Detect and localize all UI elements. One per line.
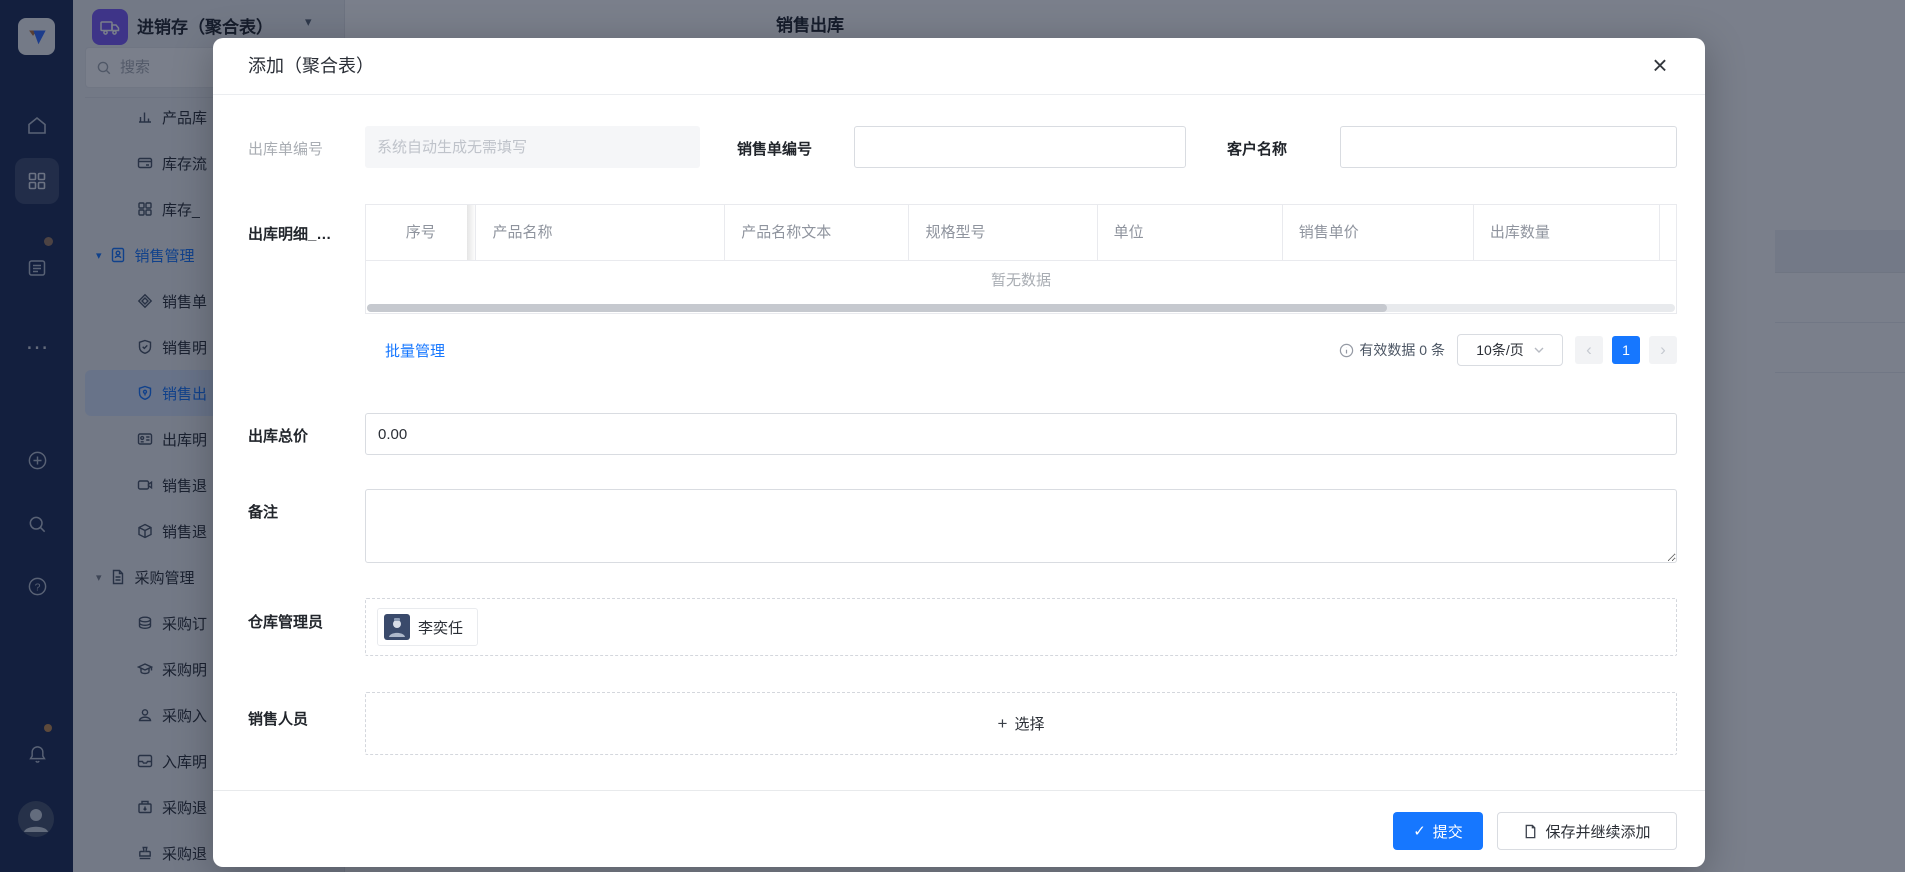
empty-state-text: 暂无数据 bbox=[990, 272, 1051, 289]
subform-empty-body: 暂无数据 bbox=[366, 261, 1676, 313]
close-icon[interactable]: × bbox=[1645, 51, 1675, 81]
total-price-label: 出库总价 bbox=[248, 428, 309, 445]
member-avatar bbox=[384, 614, 410, 640]
dialog-title: 添加（聚合表） bbox=[248, 56, 374, 76]
member-select-button[interactable]: + 选择 bbox=[366, 693, 1676, 754]
customer-name-input[interactable] bbox=[1340, 126, 1677, 168]
column-header-unit: 单位 bbox=[1098, 205, 1283, 260]
member-chip[interactable]: 李奕任 bbox=[377, 608, 479, 646]
column-header-qty: 出库数量 bbox=[1474, 205, 1660, 260]
subform-h-scrollbar-thumb[interactable] bbox=[367, 304, 1388, 312]
column-header-price: 销售单价 bbox=[1283, 205, 1474, 260]
warehouse-manager-label: 仓库管理员 bbox=[248, 614, 324, 631]
valid-count: 有效数据 0 条 bbox=[1339, 340, 1445, 360]
dialog-header: 添加（聚合表） × bbox=[213, 38, 1705, 95]
document-icon bbox=[1526, 824, 1536, 838]
footer-divider bbox=[213, 790, 1705, 791]
column-header-seq: 序号 bbox=[366, 205, 477, 260]
column-header-filler bbox=[1660, 205, 1676, 260]
check-icon: ✓ bbox=[1413, 823, 1426, 840]
subform-h-scrollbar[interactable] bbox=[367, 304, 1675, 312]
warehouse-manager-field[interactable]: 李奕任 bbox=[365, 598, 1677, 656]
save-and-continue-button[interactable]: 保存并继续添加 bbox=[1497, 812, 1677, 850]
outbound-no-input bbox=[365, 126, 700, 168]
prev-page-button[interactable]: ‹ bbox=[1575, 336, 1603, 364]
column-header-product-text: 产品名称文本 bbox=[725, 205, 910, 260]
column-header-product: 产品名称 bbox=[476, 205, 726, 260]
add-record-dialog: 添加（聚合表） × 出库单编号 销售单编号 客户名称 出库明细_… 序号 产品名… bbox=[213, 38, 1705, 867]
submit-button[interactable]: ✓ 提交 bbox=[1393, 812, 1483, 850]
info-icon bbox=[1340, 343, 1354, 357]
plus-icon: + bbox=[997, 713, 1008, 733]
chevron-down-icon bbox=[1534, 347, 1544, 353]
sales-person-field[interactable]: + 选择 bbox=[365, 692, 1677, 755]
remark-label: 备注 bbox=[248, 504, 279, 521]
column-header-spec: 规格型号 bbox=[909, 205, 1098, 260]
pager-buttons: ‹ 1 › bbox=[1575, 336, 1677, 364]
subform-toolbar: 批量管理 有效数据 0 条 10条/页 ‹ 1 › bbox=[365, 334, 1677, 366]
batch-manage-link[interactable]: 批量管理 bbox=[385, 340, 445, 361]
page-size-select[interactable]: 10条/页 bbox=[1457, 334, 1563, 366]
subform-pagination: 有效数据 0 条 10条/页 ‹ 1 › bbox=[1339, 334, 1677, 366]
subform-label: 出库明细_… bbox=[248, 226, 332, 243]
remark-textarea[interactable] bbox=[365, 489, 1677, 563]
member-name: 李奕任 bbox=[418, 619, 464, 637]
sales-no-label: 销售单编号 bbox=[737, 141, 813, 158]
sales-person-label: 销售人员 bbox=[248, 711, 309, 728]
screen: … ? 进销存（聚合表） ▾ 产品库 bbox=[0, 0, 1905, 872]
outbound-no-label: 出库单编号 bbox=[248, 141, 324, 158]
customer-name-label: 客户名称 bbox=[1227, 141, 1288, 158]
sales-no-input[interactable] bbox=[854, 126, 1186, 168]
next-page-button[interactable]: › bbox=[1649, 336, 1677, 364]
subform-table: 序号 产品名称 产品名称文本 规格型号 单位 销售单价 出库数量 暂无数据 bbox=[365, 204, 1677, 314]
current-page-button[interactable]: 1 bbox=[1612, 336, 1640, 364]
subform-header-row: 序号 产品名称 产品名称文本 规格型号 单位 销售单价 出库数量 bbox=[366, 205, 1676, 261]
total-price-input[interactable] bbox=[365, 413, 1677, 455]
